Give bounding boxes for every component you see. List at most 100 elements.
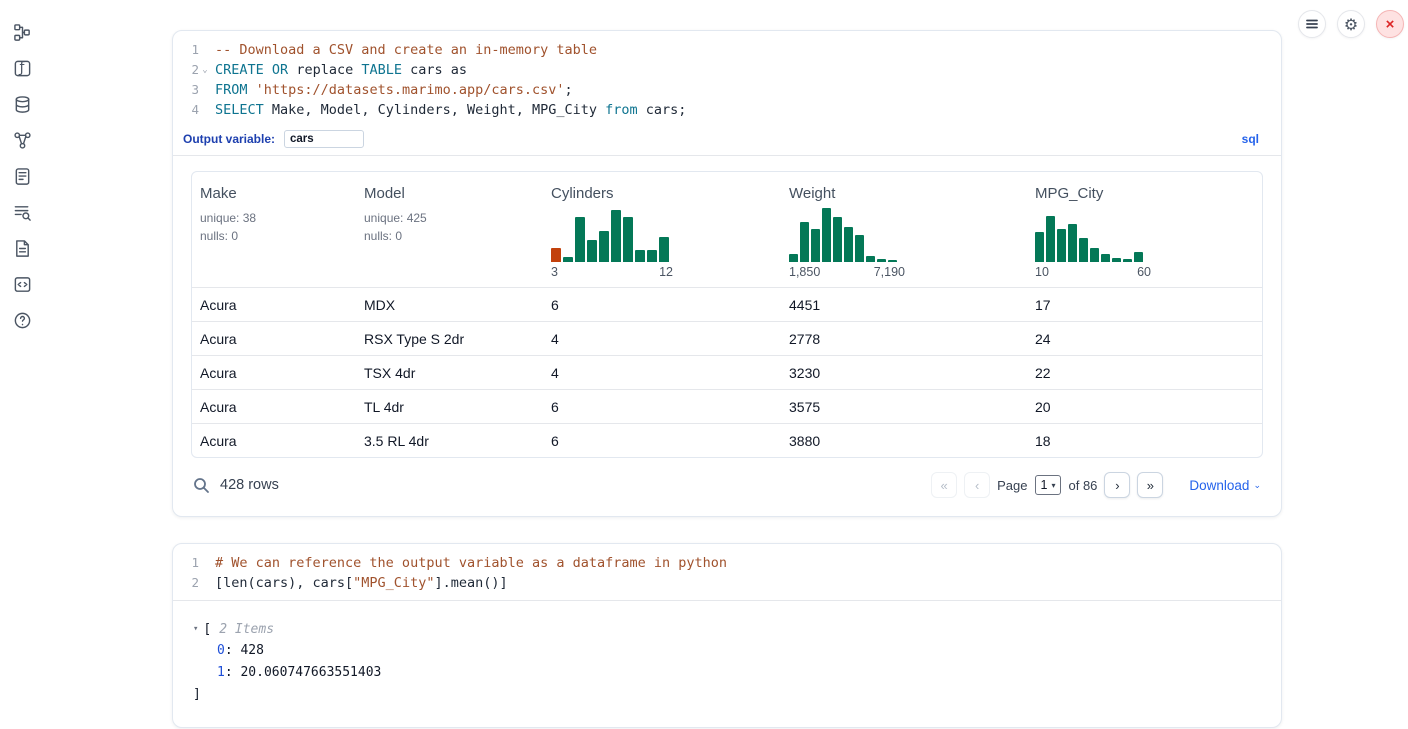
code-text: SELECT Make, Model, Cylinders, Weight, M…	[215, 100, 686, 120]
logs-icon[interactable]	[12, 202, 32, 222]
histogram-bar[interactable]	[1057, 229, 1066, 262]
table-row[interactable]: Acura3.5 RL 4dr6388018	[192, 423, 1262, 457]
sql-cell-meta-row: Output variable: cars sql	[173, 127, 1281, 156]
tree-root-row: ▾ [ 2 Items	[193, 619, 1281, 640]
variables-icon[interactable]: ƒ	[12, 58, 32, 78]
datasources-icon[interactable]	[12, 94, 32, 114]
dependency-graph-icon[interactable]	[12, 130, 32, 150]
histogram-min-label: 10	[1035, 265, 1049, 279]
table-cell: Acura	[192, 390, 356, 423]
table-cell: 6	[543, 424, 781, 457]
download-button[interactable]: Download ⌄	[1189, 478, 1261, 493]
chevron-down-icon: ⌄	[1253, 480, 1261, 491]
next-page-button[interactable]: ›	[1104, 472, 1130, 498]
histogram-bar[interactable]	[866, 256, 875, 262]
histogram-weight[interactable]: 1,8507,190	[789, 208, 905, 279]
histogram-bar[interactable]	[844, 227, 853, 262]
histogram-bar[interactable]	[623, 217, 633, 262]
histogram-bar[interactable]	[1101, 254, 1110, 262]
close-button[interactable]: ×	[1376, 10, 1404, 38]
histogram-bar[interactable]	[575, 217, 585, 262]
table-row[interactable]: AcuraMDX6445117	[192, 287, 1262, 321]
sql-code-editor[interactable]: 1-- Download a CSV and create an in-memo…	[173, 31, 1281, 127]
histogram-bar[interactable]	[1112, 258, 1121, 262]
table-header: Makeunique: 38nulls: 0Modelunique: 425nu…	[192, 172, 1262, 287]
histogram-bar[interactable]	[647, 250, 657, 262]
table-cell: 4	[543, 322, 781, 355]
column-header-mpg_city[interactable]: MPG_City1060	[1027, 172, 1262, 287]
table-cell: RSX Type S 2dr	[356, 322, 543, 355]
page-select[interactable]: 1 ▾	[1035, 475, 1062, 495]
snippets-icon[interactable]	[12, 274, 32, 294]
histogram-bar[interactable]	[611, 210, 621, 262]
table-body: AcuraMDX6445117AcuraRSX Type S 2dr427782…	[192, 287, 1262, 457]
column-header-cylinders[interactable]: Cylinders312	[543, 172, 781, 287]
gear-icon: ⚙	[1344, 15, 1358, 34]
line-number: 3	[173, 80, 199, 100]
last-page-button[interactable]: »	[1137, 472, 1163, 498]
code-line: 3FROM 'https://datasets.marimo.app/cars.…	[173, 80, 1281, 100]
histogram-cylinders[interactable]: 312	[551, 208, 673, 279]
prev-page-button[interactable]: ‹	[964, 472, 990, 498]
table-row[interactable]: AcuraTSX 4dr4323022	[192, 355, 1262, 389]
histogram-bar[interactable]	[877, 259, 886, 262]
histogram-bar[interactable]	[789, 254, 798, 262]
histogram-bar[interactable]	[563, 257, 573, 262]
first-page-button[interactable]: «	[931, 472, 957, 498]
histogram-bar[interactable]	[855, 235, 864, 262]
collapse-chevron-icon[interactable]: ▾	[193, 619, 198, 640]
histogram-range: 1060	[1035, 265, 1151, 279]
file-tree-icon[interactable]	[12, 22, 32, 42]
histogram-bar[interactable]	[800, 222, 809, 262]
table-cell: Acura	[192, 424, 356, 457]
table-row[interactable]: AcuraRSX Type S 2dr4277824	[192, 321, 1262, 355]
histogram-bar[interactable]	[635, 250, 645, 262]
search-icon[interactable]	[193, 477, 210, 494]
sql-cell: 1-- Download a CSV and create an in-memo…	[172, 30, 1282, 517]
histogram-bar[interactable]	[888, 260, 897, 262]
page-select-value: 1	[1041, 478, 1048, 492]
table-cell: Acura	[192, 322, 356, 355]
histogram-bar[interactable]	[551, 248, 561, 262]
table-cell: 17	[1027, 288, 1262, 321]
fold-icon[interactable]: ⌄	[199, 60, 211, 80]
histogram-bar[interactable]	[1123, 259, 1132, 262]
fold-gutter	[199, 100, 211, 120]
column-header-make[interactable]: Makeunique: 38nulls: 0	[192, 172, 356, 287]
tree-open-bracket: [	[203, 619, 211, 640]
column-stat: nulls: 0	[200, 229, 348, 245]
histogram-bar[interactable]	[1134, 252, 1143, 262]
histogram-bar[interactable]	[1068, 224, 1077, 262]
column-stat: unique: 425	[364, 211, 535, 227]
histogram-bar[interactable]	[1035, 232, 1044, 262]
help-icon[interactable]	[12, 310, 32, 330]
settings-button[interactable]: ⚙	[1337, 10, 1365, 38]
menu-button[interactable]	[1298, 10, 1326, 38]
tree-entry-key: 1	[217, 665, 225, 680]
language-badge[interactable]: sql	[1242, 132, 1259, 146]
histogram-bar[interactable]	[1079, 238, 1088, 262]
histogram-bar[interactable]	[599, 231, 609, 262]
fold-gutter	[199, 80, 211, 100]
tree-entries: 0: 4281: 20.060747663551403	[217, 640, 1281, 684]
table-row[interactable]: AcuraTL 4dr6357520	[192, 389, 1262, 423]
histogram-bar[interactable]	[587, 240, 597, 262]
code-line: 1-- Download a CSV and create an in-memo…	[173, 40, 1281, 60]
python-cell: 1# We can reference the output variable …	[172, 543, 1282, 728]
histogram-bar[interactable]	[833, 217, 842, 262]
column-header-model[interactable]: Modelunique: 425nulls: 0	[356, 172, 543, 287]
histogram-bar[interactable]	[1046, 216, 1055, 262]
python-code-editor[interactable]: 1# We can reference the output variable …	[173, 544, 1281, 600]
line-number: 1	[173, 553, 199, 573]
column-name: Make	[200, 185, 348, 202]
documentation-icon[interactable]	[12, 238, 32, 258]
histogram-bar[interactable]	[822, 208, 831, 262]
column-header-weight[interactable]: Weight1,8507,190	[781, 172, 1027, 287]
histogram-mpg_city[interactable]: 1060	[1035, 208, 1151, 279]
histogram-bar[interactable]	[1090, 248, 1099, 262]
histogram-bars	[1035, 208, 1151, 262]
scratchpad-icon[interactable]	[12, 166, 32, 186]
output-variable-input[interactable]: cars	[284, 130, 364, 148]
histogram-bar[interactable]	[811, 229, 820, 262]
histogram-bar[interactable]	[659, 237, 669, 262]
